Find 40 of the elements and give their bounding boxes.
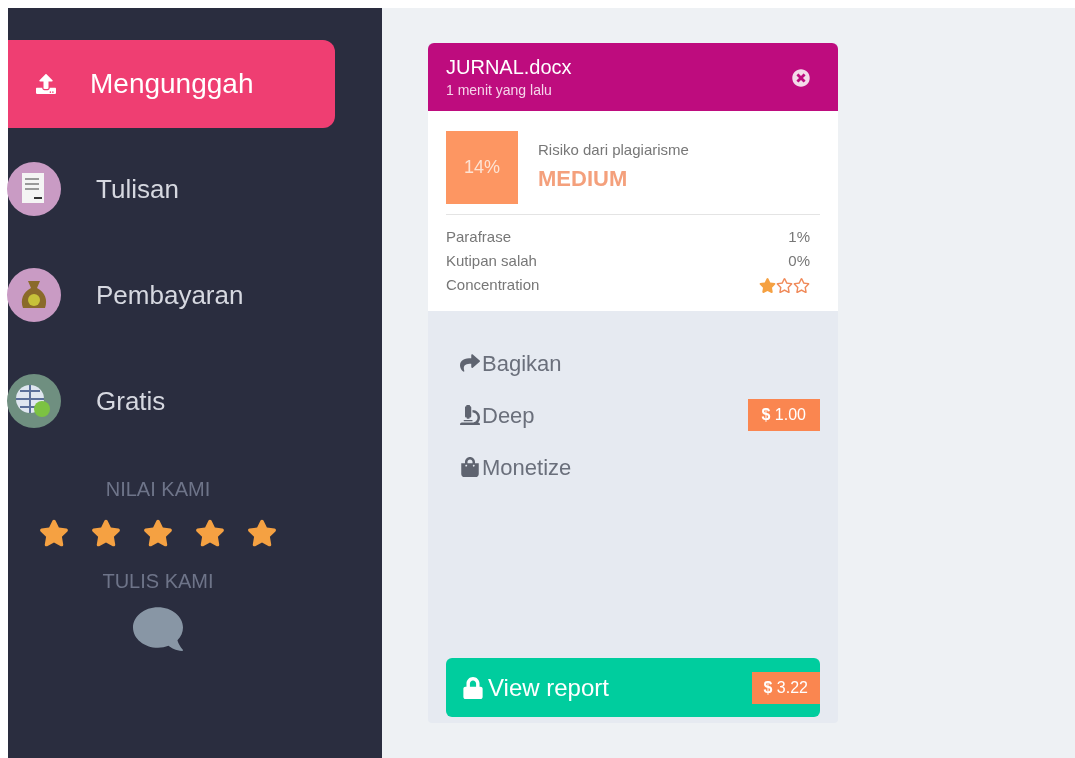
empty-star-icon [776,276,793,294]
rate-us-title: NILAI KAMI [105,477,211,502]
stat-label: Concentration [446,275,540,295]
lock-icon [462,676,484,699]
filled-star-icon [195,518,225,548]
upload-icon [36,74,56,94]
view-report-button[interactable]: View report $ 3.22 [446,658,820,717]
filled-star-icon [143,518,173,548]
stat-label: Kutipan salah [446,251,537,271]
filled-star-icon [39,518,69,548]
action-link[interactable]: Deep [446,398,535,432]
close-icon [792,69,810,87]
stat-label: Parafrase [446,227,512,247]
upload-time: 1 menit yang lalu [446,81,553,100]
risk-level: MEDIUM [538,164,629,193]
sidebar-item[interactable]: Gratis [8,348,335,454]
sidebar-item[interactable]: Pembayaran [8,242,335,348]
action-link[interactable]: Monetize [446,450,572,484]
sidebar-item[interactable]: Tulisan [8,136,335,242]
money-bag-icon [6,267,62,323]
price-tag: $ 3.22 [751,671,820,704]
share-icon [460,353,480,373]
button-label: View report [488,672,609,703]
stat-value: 0% [788,251,810,271]
action-link[interactable]: Bagikan [446,346,562,380]
empty-star-icon [793,276,810,294]
price-tag: $ 1.00 [747,399,820,431]
write-us-title: TULIS KAMI [102,569,214,594]
score-box: 14% [446,131,518,204]
risk-label: Risiko dari plagiarisme [538,140,689,160]
filled-star-icon [247,518,277,548]
globe-icon [6,373,62,429]
filled-star-icon [91,518,121,548]
file-name: JURNAL.docx [446,55,572,80]
stat-value: 1% [788,227,810,247]
microscope-icon [460,405,480,425]
sidebar-item[interactable]: Mengunggah [8,40,335,128]
bag-icon [460,457,480,477]
filled-star-icon [759,276,776,294]
close-button[interactable] [792,69,810,87]
